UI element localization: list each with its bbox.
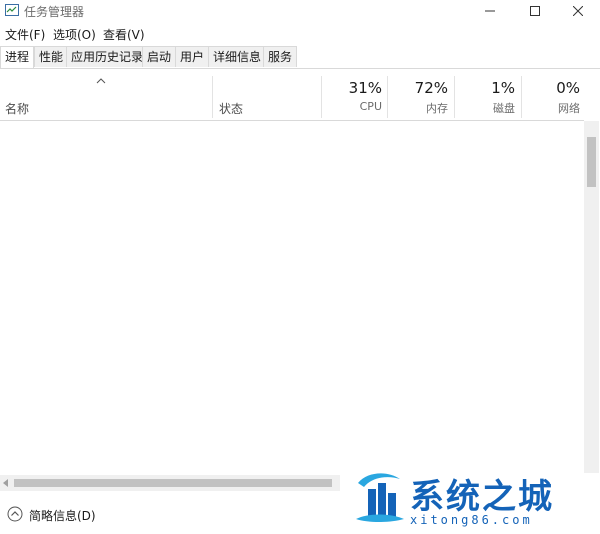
column-divider[interactable]	[521, 76, 522, 118]
network-column-label[interactable]: 网络	[530, 100, 580, 116]
title-bar: 任务管理器	[0, 0, 600, 22]
tab-startup[interactable]: 启动	[142, 46, 177, 67]
column-divider[interactable]	[212, 76, 213, 118]
vertical-scrollbar[interactable]	[584, 121, 599, 473]
menu-bar: 文件(F) 选项(O) 查看(V)	[0, 24, 600, 44]
minimize-icon	[485, 10, 495, 12]
close-icon	[573, 6, 583, 16]
process-list[interactable]	[0, 121, 584, 473]
tab-services[interactable]: 服务	[263, 46, 298, 67]
watermark-logo-icon	[356, 473, 404, 522]
tab-performance[interactable]: 性能	[34, 46, 69, 67]
watermark-subtitle: xitong86.com	[410, 513, 533, 527]
tab-processes[interactable]: 进程	[0, 46, 35, 68]
disk-percent[interactable]: 1%	[465, 79, 515, 97]
horizontal-scrollbar[interactable]	[0, 475, 340, 491]
menu-view[interactable]: 查看(V)	[103, 26, 145, 43]
column-divider[interactable]	[387, 76, 388, 118]
close-button[interactable]	[556, 0, 600, 22]
column-status[interactable]: 状态	[219, 100, 243, 117]
sort-ascending-icon	[96, 78, 106, 84]
maximize-icon	[530, 6, 540, 16]
cpu-percent[interactable]: 31%	[332, 79, 382, 97]
fewer-details-button[interactable]: 简略信息(D)	[29, 507, 96, 524]
chevron-up-circle-icon[interactable]	[7, 506, 23, 522]
minimize-button[interactable]	[468, 0, 512, 22]
tab-strip: 进程 性能 应用历史记录 启动 用户 详细信息 服务	[0, 46, 600, 69]
column-name[interactable]: 名称	[5, 100, 29, 117]
menu-options[interactable]: 选项(O)	[53, 26, 96, 43]
memory-column-label[interactable]: 内存	[398, 100, 448, 116]
tab-users[interactable]: 用户	[175, 46, 210, 67]
scroll-left-icon[interactable]	[3, 479, 9, 487]
task-manager-icon	[5, 4, 19, 16]
menu-file[interactable]: 文件(F)	[5, 26, 45, 43]
watermark: 系统之城 xitong86.com	[350, 465, 600, 531]
tab-app-history[interactable]: 应用历史记录	[66, 46, 149, 67]
horizontal-scroll-thumb[interactable]	[14, 479, 332, 487]
network-percent[interactable]: 0%	[530, 79, 580, 97]
vertical-scroll-thumb[interactable]	[587, 137, 596, 187]
maximize-button[interactable]	[513, 0, 557, 22]
column-header: 名称 状态 31% CPU 72% 内存 1% 磁盘 0% 网络	[0, 68, 584, 121]
cpu-column-label[interactable]: CPU	[332, 100, 382, 113]
column-divider[interactable]	[321, 76, 322, 118]
window-title: 任务管理器	[24, 5, 85, 19]
column-divider[interactable]	[454, 76, 455, 118]
tab-details[interactable]: 详细信息	[208, 46, 267, 67]
memory-percent[interactable]: 72%	[398, 79, 448, 97]
disk-column-label[interactable]: 磁盘	[465, 100, 515, 116]
watermark-title: 系统之城	[410, 477, 554, 517]
